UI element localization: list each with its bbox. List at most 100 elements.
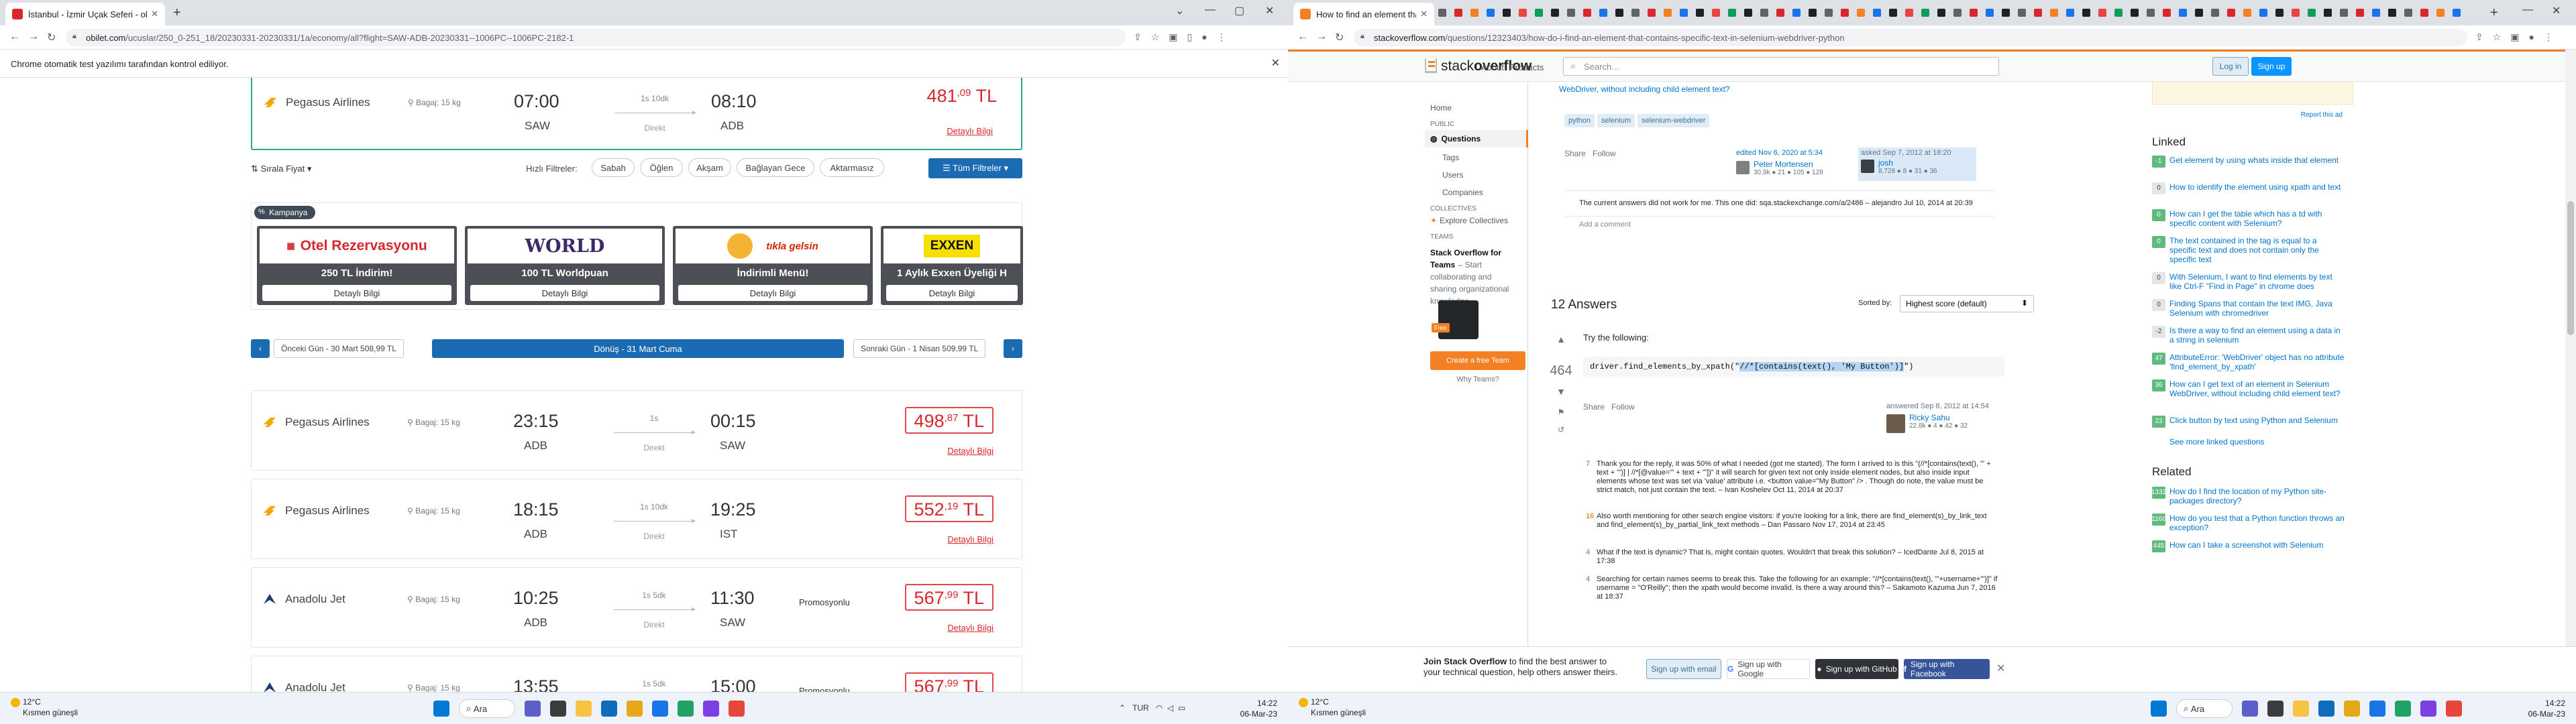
- answerer-avatar[interactable]: [1886, 414, 1905, 433]
- edited-time[interactable]: edited Nov 6, 2020 at 5:34: [1736, 149, 1823, 157]
- add-comment-link[interactable]: Add a comment: [1564, 216, 1994, 229]
- pinned-tab-favicon-icon[interactable]: [1696, 9, 1704, 17]
- pinned-tab-favicon-icon[interactable]: [2114, 9, 2123, 17]
- pinned-tab-favicon-icon[interactable]: [2243, 9, 2251, 17]
- nav-about[interactable]: About: [1481, 62, 1504, 72]
- all-filters-button[interactable]: ☰ Tüm Filtreler ▾: [928, 158, 1022, 178]
- campaign-detail-button[interactable]: Detaylı Bilgi: [470, 285, 659, 301]
- pinned-tab-favicon-icon[interactable]: [1921, 9, 1929, 17]
- prev-day-button[interactable]: Önceki Gün - 30 Mart 508,99 TL: [274, 339, 404, 358]
- back-icon[interactable]: ←: [9, 31, 20, 43]
- pinned-tab-favicon-icon[interactable]: [2195, 9, 2203, 17]
- campaign-card[interactable]: WORLD 100 TL Worldpuan Detaylı Bilgi: [465, 226, 665, 305]
- menu-icon[interactable]: ⋮: [1217, 32, 1236, 42]
- pinned-tab-favicon-icon[interactable]: [1487, 9, 1495, 17]
- answerer-name[interactable]: Ricky Sahu: [1909, 413, 1950, 422]
- start-icon[interactable]: [433, 701, 449, 717]
- pinned-tab-favicon-icon[interactable]: [1712, 9, 1720, 17]
- campaign-card[interactable]: EXXEN 1 Aylık Exxen Üyeliği H Detaylı Bi…: [881, 226, 1023, 305]
- pinned-tab-favicon-icon[interactable]: [1664, 9, 1672, 17]
- teams-icon[interactable]: [2242, 701, 2258, 717]
- prev-day-arrow-icon[interactable]: ‹: [251, 339, 270, 358]
- detail-link[interactable]: Detaylı Bilgi: [947, 623, 994, 633]
- tag-selenium[interactable]: selenium: [1597, 114, 1635, 127]
- pinned-tab-favicon-icon[interactable]: [1615, 9, 1623, 17]
- signup-facebook-button[interactable]: f Sign up with Facebook: [1904, 659, 1990, 679]
- editor-avatar[interactable]: [1736, 161, 1750, 174]
- filter-pill-noon[interactable]: Öğlen: [640, 158, 683, 177]
- pinned-tab-favicon-icon[interactable]: [1937, 9, 1945, 17]
- close-window-icon[interactable]: ✕: [2552, 4, 2561, 17]
- pinned-tab-favicon-icon[interactable]: [1760, 9, 1768, 17]
- nav-companies[interactable]: Companies: [1442, 188, 1483, 197]
- editor-name[interactable]: Peter Mortensen: [1754, 160, 1813, 169]
- create-team-button[interactable]: Create a free Team: [1430, 351, 1525, 370]
- reload-icon[interactable]: ↻: [47, 31, 56, 44]
- pinned-tab-favicon-icon[interactable]: [1776, 9, 1784, 17]
- report-ad-link[interactable]: Report this ad: [2301, 111, 2343, 119]
- campaign-detail-button[interactable]: Detaylı Bilgi: [262, 285, 451, 301]
- detail-link[interactable]: Detaylı Bilgi: [947, 126, 993, 136]
- pinned-tab-favicon-icon[interactable]: [1889, 9, 1897, 17]
- sort-dropdown[interactable]: ⇅ Sırala Fiyat ▾: [251, 164, 311, 174]
- signup-github-button[interactable]: ● Sign up with GitHub: [1815, 659, 1898, 679]
- file-explorer-icon[interactable]: [576, 701, 592, 717]
- filter-pill-evening[interactable]: Akşam: [688, 158, 731, 177]
- pinned-tab-favicon-icon[interactable]: [1986, 9, 1994, 17]
- nav-home[interactable]: Home: [1430, 103, 1452, 113]
- maximize-icon[interactable]: ▢: [1234, 4, 1244, 17]
- pinned-tab-favicon-icon[interactable]: [1970, 9, 1978, 17]
- pinned-tab-favicon-icon[interactable]: [1857, 9, 1865, 17]
- pinned-tab-favicon-icon[interactable]: [1631, 9, 1640, 17]
- pinned-tab-favicon-icon[interactable]: [1905, 9, 1913, 17]
- share-link[interactable]: Share: [1564, 149, 1586, 158]
- flight-card[interactable]: Anadolu Jet ⚲ Bagaj: 15 kg 10:25 ADB 1s 5dk D…: [251, 567, 1022, 648]
- pinned-tab-favicon-icon[interactable]: [1809, 9, 1817, 17]
- pinned-tab-favicon-icon[interactable]: [1438, 9, 1446, 17]
- join-close-icon[interactable]: ✕: [1996, 662, 2005, 675]
- pinned-tab-favicon-icon[interactable]: [2372, 9, 2380, 17]
- nav-explore-collectives[interactable]: ✦ Explore Collectives: [1430, 216, 1508, 225]
- pinned-tab-favicon-icon[interactable]: [2098, 9, 2106, 17]
- pinned-tab-favicon-icon[interactable]: [1648, 9, 1656, 17]
- url-field[interactable]: 🔒︎ obilet.com/ucuslar/250_0-251_18/20230…: [66, 29, 1126, 46]
- filter-pill-nonstop[interactable]: Aktarmasız: [820, 158, 884, 177]
- tab-search-icon[interactable]: ⌄: [1175, 4, 1184, 17]
- campaign-card[interactable]: ▦ Otel Rezervasyonu 250 TL İndirim! Detay…: [257, 226, 457, 305]
- see-more-linked[interactable]: See more linked questions: [2169, 437, 2264, 446]
- answer-share-link[interactable]: Share: [1583, 402, 1605, 412]
- task-view-icon[interactable]: [2267, 701, 2284, 717]
- start-icon[interactable]: [2151, 701, 2167, 717]
- pinned-tab-favicon-icon[interactable]: [2211, 9, 2219, 17]
- teams-icon[interactable]: [525, 701, 541, 717]
- pinned-tab-favicon-icon[interactable]: [2388, 9, 2396, 17]
- detail-link[interactable]: Detaylı Bilgi: [947, 446, 994, 456]
- answer-follow-link[interactable]: Follow: [1611, 402, 1635, 412]
- asker-name[interactable]: josh: [1878, 158, 1893, 168]
- bookmark-star-icon[interactable]: ☆: [2493, 32, 2511, 42]
- signup-button[interactable]: Sign up: [2251, 57, 2292, 76]
- nav-tags[interactable]: Tags: [1442, 153, 1459, 162]
- forward-icon[interactable]: →: [28, 31, 39, 43]
- bookmark-star-icon[interactable]: ☆: [1151, 32, 1169, 42]
- pinned-tab-favicon-icon[interactable]: [2002, 9, 2010, 17]
- selected-flight-card[interactable]: Pegasus Airlines ⚲ Bagaj: 15 kg 07:00 SA…: [251, 78, 1022, 150]
- pinned-tab-favicon-icon[interactable]: [2259, 9, 2267, 17]
- filter-pill-night[interactable]: Bağlayan Gece: [737, 158, 814, 177]
- pinned-tab-favicon-icon[interactable]: [1680, 9, 1688, 17]
- asker-avatar[interactable]: [1861, 160, 1874, 173]
- so-search-input[interactable]: Search...: [1563, 57, 1999, 76]
- pinned-tab-favicon-icon[interactable]: [2308, 9, 2316, 17]
- upvote-icon[interactable]: ▲: [1551, 334, 1571, 345]
- pinned-tab-favicon-icon[interactable]: [2340, 9, 2348, 17]
- so-scrollbar[interactable]: [2565, 50, 2576, 692]
- edge-icon[interactable]: [601, 701, 617, 717]
- pinned-tab-favicon-icon[interactable]: [2404, 9, 2412, 17]
- sidepanel-icon[interactable]: ▯: [1187, 32, 1202, 42]
- app-icon[interactable]: [2446, 701, 2462, 717]
- pinned-tab-favicon-icon[interactable]: [1841, 9, 1849, 17]
- infobar-close-icon[interactable]: ✕: [1271, 56, 1280, 70]
- new-tab-icon[interactable]: +: [2490, 5, 2498, 21]
- profile-icon[interactable]: ●: [2529, 32, 2544, 42]
- next-day-button[interactable]: Sonraki Gün - 1 Nisan 509,99 TL: [853, 339, 986, 358]
